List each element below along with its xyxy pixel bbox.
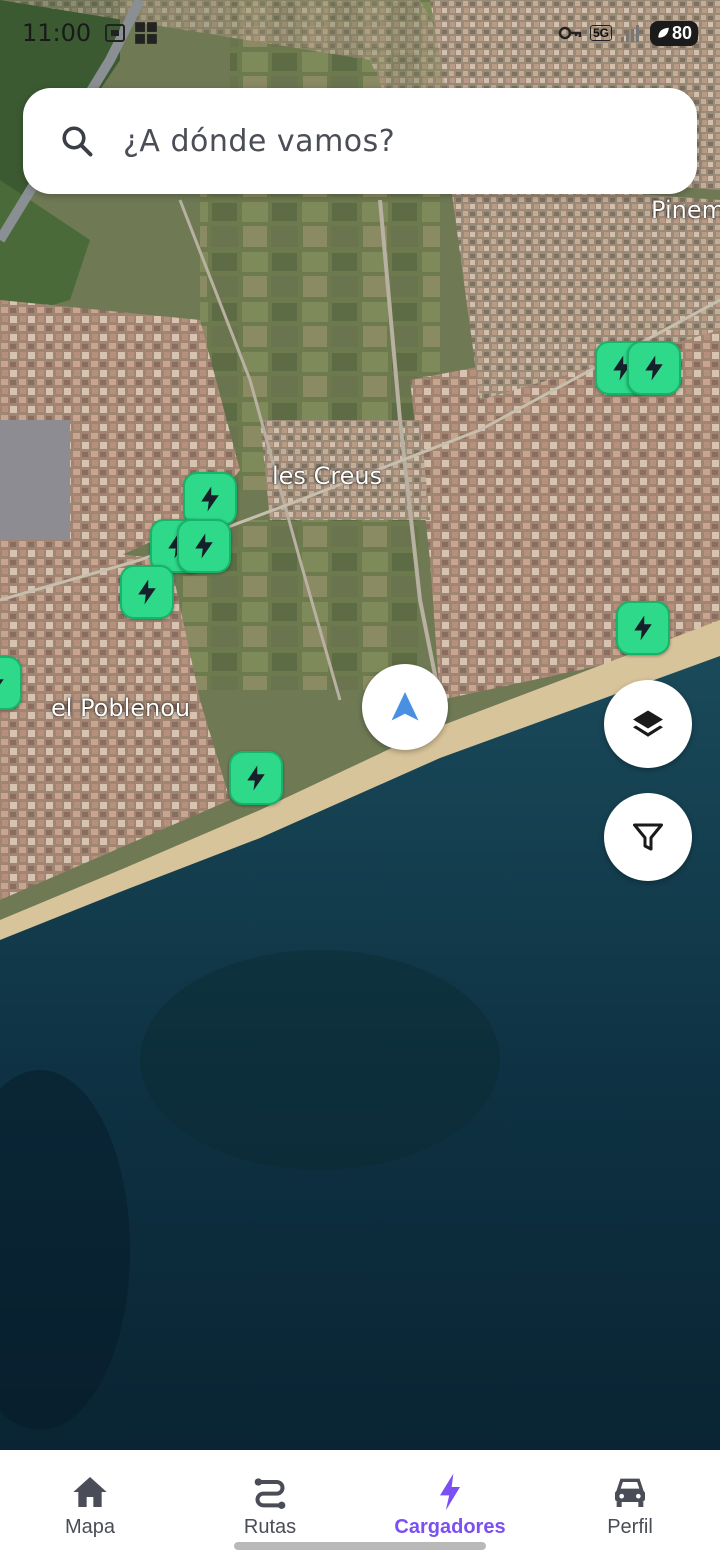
charger-marker[interactable] bbox=[183, 472, 237, 526]
nav-label-perfil: Perfil bbox=[607, 1516, 653, 1538]
charger-marker[interactable] bbox=[616, 601, 670, 655]
bolt-icon bbox=[634, 615, 652, 641]
windows-icon bbox=[135, 22, 158, 44]
place-label-les-creus: les Creus bbox=[272, 462, 383, 490]
nav-label-rutas: Rutas bbox=[243, 1516, 297, 1538]
charger-marker[interactable] bbox=[627, 341, 681, 395]
layers-icon bbox=[633, 710, 663, 737]
network-type: 5G bbox=[589, 25, 612, 41]
charger-marker[interactable] bbox=[177, 519, 231, 573]
place-label-pineda: Pinem bbox=[651, 196, 720, 224]
bolt-icon bbox=[440, 1473, 460, 1511]
bolt-icon bbox=[195, 533, 213, 559]
filter-icon bbox=[633, 823, 663, 851]
bolt-icon bbox=[138, 579, 156, 605]
bolt-icon bbox=[645, 355, 663, 381]
leaf-icon bbox=[658, 27, 669, 38]
charger-marker[interactable] bbox=[229, 751, 283, 805]
bolt-icon bbox=[247, 765, 265, 791]
search-bar[interactable]: ¿A dónde vamos? bbox=[23, 88, 697, 194]
signal-icon bbox=[620, 25, 639, 42]
status-bar: 11:00 5G 80 bbox=[0, 0, 720, 66]
nav-label-mapa: Mapa bbox=[64, 1516, 116, 1538]
home-icon bbox=[73, 1477, 107, 1507]
search-icon bbox=[62, 126, 93, 157]
navigation-arrow-icon bbox=[391, 692, 419, 721]
vpn-key-icon bbox=[558, 26, 582, 40]
battery-level: 80 bbox=[671, 22, 692, 43]
status-notification-icons bbox=[103, 20, 159, 46]
screenshot-icon bbox=[105, 24, 126, 42]
nav-item-mapa[interactable]: Mapa bbox=[0, 1450, 180, 1560]
battery-indicator: 80 bbox=[649, 20, 698, 46]
filter-button[interactable] bbox=[604, 793, 692, 881]
locate-me-button[interactable] bbox=[362, 664, 448, 750]
nav-label-cargadores: Cargadores bbox=[394, 1516, 506, 1538]
charger-marker[interactable] bbox=[120, 565, 174, 619]
home-indicator[interactable] bbox=[234, 1542, 486, 1550]
search-placeholder: ¿A dónde vamos? bbox=[123, 123, 396, 159]
map-layers-button[interactable] bbox=[604, 680, 692, 768]
place-label-poblenou: el Poblenou bbox=[51, 694, 191, 722]
route-icon bbox=[254, 1478, 286, 1509]
satellite-map[interactable]: les Creus el Poblenou Pinem bbox=[0, 0, 720, 1450]
nav-item-perfil[interactable]: Perfil bbox=[540, 1450, 720, 1560]
bolt-icon bbox=[0, 679, 4, 685]
status-time: 11:00 bbox=[22, 19, 92, 47]
charger-marker[interactable] bbox=[0, 656, 22, 710]
bolt-icon bbox=[201, 486, 219, 512]
car-icon bbox=[615, 1478, 645, 1507]
